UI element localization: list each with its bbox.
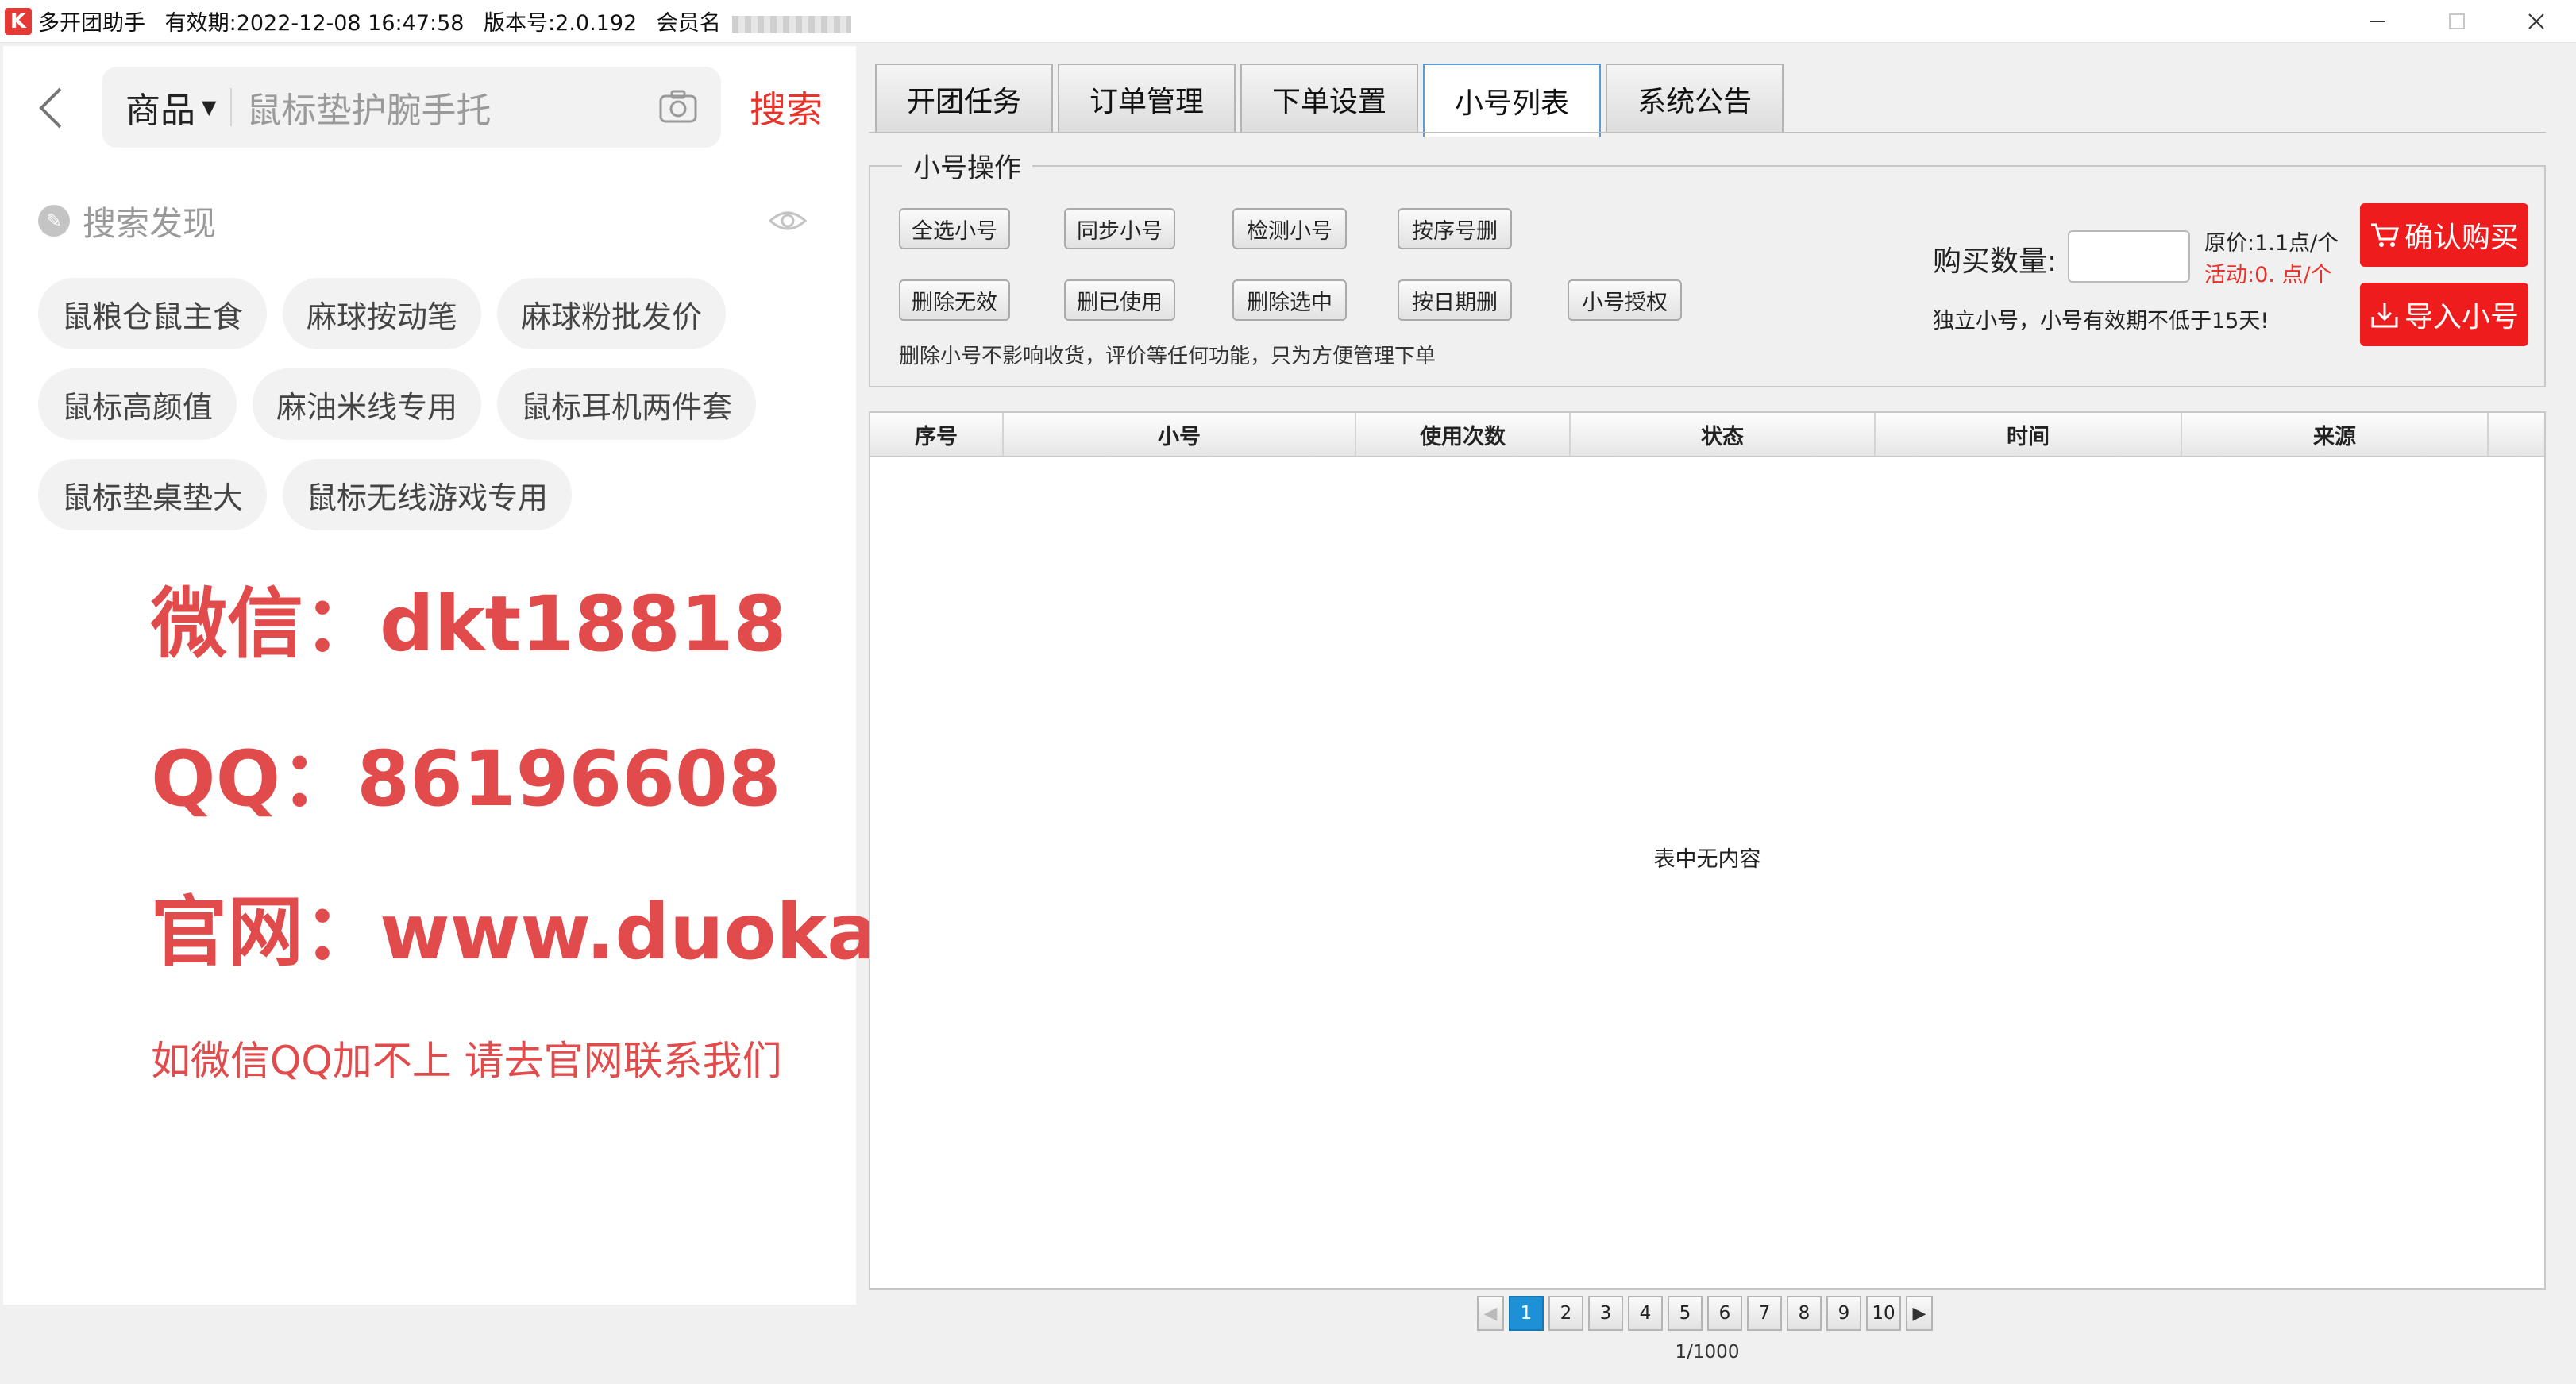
page-button[interactable]: 4	[1628, 1296, 1663, 1331]
account-validity-info: 独立小号，小号有效期不低于15天!	[1933, 309, 2269, 333]
cart-icon	[2370, 223, 2400, 247]
quantity-label: 购买数量:	[1933, 245, 2057, 278]
download-icon	[2371, 303, 2398, 328]
tab-divider	[869, 132, 2546, 133]
operations-note: 删除小号不影响收货，评价等任何功能，只为方便管理下单	[899, 345, 1436, 368]
column-header-use-count[interactable]: 使用次数	[1356, 413, 1571, 456]
delete-selected-button[interactable]: 删除选中	[1232, 279, 1347, 321]
suggestion-chips: 鼠粮仓鼠主食 麻球按动笔 麻球粉批发价 鼠标高颜值 麻油米线专用 鼠标耳机两件套…	[38, 278, 832, 549]
tab-order-settings[interactable]: 下单设置	[1240, 64, 1419, 133]
prev-page-button[interactable]: ◀	[1477, 1296, 1504, 1331]
page-button[interactable]: 10	[1866, 1296, 1901, 1331]
suggestion-chip[interactable]: 麻球按动笔	[283, 278, 482, 349]
promo-wechat: 微信：dkt18818	[151, 580, 787, 669]
import-accounts-label: 导入小号	[2404, 301, 2519, 333]
sync-accounts-button[interactable]: 同步小号	[1064, 208, 1175, 249]
suggestion-chip[interactable]: 鼠标无线游戏专用	[283, 459, 573, 530]
category-selector[interactable]: 商品	[125, 82, 195, 133]
original-price: 原价:1.1点/个	[2204, 231, 2339, 256]
mobile-browser-panel: 商品 ▼ 鼠标垫护腕手托 搜索 ✎ 搜索发现 鼠粮仓鼠主食 麻球按动笔 麻球粉批…	[3, 46, 1307, 1305]
column-header-time[interactable]: 时间	[1876, 413, 2182, 456]
tab-bar: 开团任务 订单管理 下单设置 小号列表 系统公告	[875, 64, 1788, 137]
next-page-button[interactable]: ▶	[1906, 1296, 1933, 1331]
tab-system-notice[interactable]: 系统公告	[1606, 64, 1784, 133]
page-indicator: 1/1000	[1675, 1342, 1740, 1363]
page-button[interactable]: 2	[1548, 1296, 1583, 1331]
page-button[interactable]: 7	[1747, 1296, 1782, 1331]
delete-used-button[interactable]: 删已使用	[1064, 279, 1175, 321]
app-logo-icon: K	[5, 7, 32, 35]
delete-invalid-button[interactable]: 删除无效	[899, 279, 1010, 321]
confirm-purchase-button[interactable]: 确认购买	[2360, 203, 2528, 267]
window-controls	[2338, 0, 2576, 43]
table-header: 序号 小号 使用次数 状态 时间 来源	[870, 413, 2544, 457]
suggestion-chip[interactable]: 麻球粉批发价	[497, 278, 727, 349]
group-legend: 小号操作	[902, 146, 1032, 185]
delete-by-date-button[interactable]: 按日期删	[1398, 279, 1512, 321]
quantity-input[interactable]	[2068, 230, 2190, 283]
suggestion-chip[interactable]: 鼠标垫桌垫大	[38, 459, 268, 530]
close-icon	[2528, 13, 2544, 29]
authorize-accounts-button[interactable]: 小号授权	[1568, 279, 1682, 321]
suggestion-chip[interactable]: 鼠粮仓鼠主食	[38, 278, 268, 349]
maximize-button[interactable]	[2417, 0, 2497, 43]
import-accounts-button[interactable]: 导入小号	[2360, 283, 2528, 346]
column-header-account[interactable]: 小号	[1004, 413, 1356, 456]
maximize-icon	[2449, 13, 2465, 29]
search-discover-header: ✎ 搜索发现	[38, 197, 832, 245]
check-accounts-button[interactable]: 检测小号	[1232, 208, 1347, 249]
camera-icon[interactable]	[656, 85, 700, 129]
member-name-redacted	[732, 15, 852, 33]
member-label: 会员名	[656, 11, 721, 36]
tab-group-tasks[interactable]: 开团任务	[875, 64, 1054, 133]
search-divider	[230, 88, 233, 126]
title-bar: K 多开团助手 有效期:2022-12-08 16:47:58 版本号:2.0.…	[0, 0, 2576, 43]
delete-by-index-button[interactable]: 按序号删	[1398, 208, 1512, 249]
activity-price: 活动:0. 点/个	[2204, 263, 2332, 287]
chevron-down-icon[interactable]: ▼	[202, 96, 216, 118]
suggestion-chip[interactable]: 鼠标耳机两件套	[497, 368, 757, 440]
empty-table-message: 表中无内容	[1653, 847, 1761, 872]
promo-qq: QQ：86196608	[151, 734, 781, 823]
main-panel: 开团任务 订单管理 下单设置 小号列表 系统公告 小号操作 全选小号 同步小号 …	[869, 46, 2546, 1380]
suggestion-chip[interactable]: 麻油米线专用	[253, 368, 482, 440]
column-header-source[interactable]: 来源	[2182, 413, 2489, 456]
search-bar[interactable]: 商品 ▼ 鼠标垫护腕手托	[102, 67, 721, 148]
minimize-button[interactable]	[2338, 0, 2417, 43]
account-operations-group: 小号操作 全选小号 同步小号 检测小号 按序号删 删除无效 删已使用 删除选中 …	[869, 146, 2546, 387]
chip-row: 鼠粮仓鼠主食 麻球按动笔 麻球粉批发价	[38, 278, 832, 349]
select-all-accounts-button[interactable]: 全选小号	[899, 208, 1010, 249]
confirm-purchase-label: 确认购买	[2404, 222, 2519, 254]
column-header-filler	[2489, 413, 2544, 456]
account-table: 序号 小号 使用次数 状态 时间 来源 表中无内容	[869, 411, 2546, 1290]
page-button[interactable]: 9	[1826, 1296, 1861, 1331]
tab-account-list[interactable]: 小号列表	[1423, 64, 1602, 137]
version-text: 版本号:2.0.192	[484, 11, 638, 36]
column-header-index[interactable]: 序号	[870, 413, 1004, 456]
back-arrow-icon[interactable]	[35, 84, 67, 132]
window-title: 多开团助手 有效期:2022-12-08 16:47:58 版本号:2.0.19…	[38, 6, 852, 37]
chip-row: 鼠标高颜值 麻油米线专用 鼠标耳机两件套	[38, 368, 832, 440]
minimize-icon	[2370, 21, 2385, 22]
page-button[interactable]: 3	[1588, 1296, 1623, 1331]
chip-row: 鼠标垫桌垫大 鼠标无线游戏专用	[38, 459, 832, 530]
column-header-status[interactable]: 状态	[1571, 413, 1876, 456]
page-button[interactable]: 5	[1668, 1296, 1703, 1331]
app-name: 多开团助手	[38, 11, 145, 36]
page-button[interactable]: 8	[1787, 1296, 1822, 1331]
pagination: ◀ 1 2 3 4 5 6 7 8 9 10 ▶	[1477, 1296, 1933, 1331]
pencil-icon: ✎	[38, 205, 70, 237]
close-button[interactable]	[2497, 0, 2576, 43]
page-button[interactable]: 6	[1707, 1296, 1742, 1331]
tab-order-management[interactable]: 订单管理	[1058, 64, 1236, 133]
search-input[interactable]: 鼠标垫护腕手托	[246, 82, 656, 133]
discover-title: 搜索发现	[83, 203, 217, 243]
promo-note: 如微信QQ加不上 请去官网联系我们	[151, 1038, 782, 1084]
search-button[interactable]: 搜索	[750, 81, 823, 133]
page-button[interactable]: 1	[1509, 1296, 1544, 1331]
expiry-text: 有效期:2022-12-08 16:47:58	[164, 11, 465, 36]
eye-icon[interactable]	[767, 203, 808, 238]
suggestion-chip[interactable]: 鼠标高颜值	[38, 368, 237, 440]
